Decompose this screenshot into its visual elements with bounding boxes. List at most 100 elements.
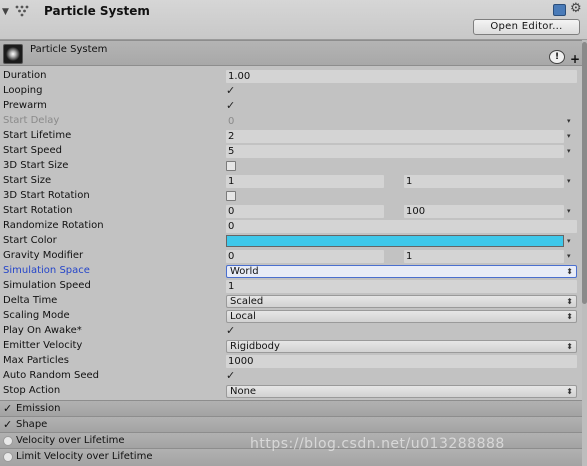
duration-field[interactable]: 1.00 <box>226 70 577 83</box>
row-prewarm: Prewarm ✓ <box>0 99 582 114</box>
limit-velocity-over-lifetime-title: Limit Velocity over Lifetime <box>16 451 153 462</box>
row-auto-random-seed: Auto Random Seed ✓ <box>0 369 582 384</box>
row-duration: Duration 1.00 <box>0 69 582 84</box>
start-color-dropdown-icon[interactable]: ▾ <box>567 235 571 248</box>
emitter-velocity-label: Emitter Velocity <box>3 340 83 351</box>
3d-start-rotation-checkbox[interactable] <box>226 191 236 201</box>
max-particles-field[interactable]: 1000 <box>226 355 577 368</box>
gravity-modifier-dropdown-icon[interactable]: ▾ <box>567 250 571 263</box>
info-icon[interactable]: ! <box>549 50 565 64</box>
emitter-velocity-value: Rigidbody <box>230 341 280 352</box>
play-on-awake-label: Play On Awake* <box>3 325 82 336</box>
scaling-mode-value: Local <box>230 311 256 322</box>
row-simulation-space: Simulation Space World ⬍ <box>0 264 582 279</box>
add-module-icon[interactable]: + <box>570 52 580 66</box>
gravity-modifier-max-field[interactable]: 1 <box>404 250 564 263</box>
limit-velocity-over-lifetime-toggle[interactable] <box>3 452 13 462</box>
row-looping: Looping ✓ <box>0 84 582 99</box>
start-delay-field: 0 <box>228 116 235 127</box>
module-title: Particle System <box>30 44 108 55</box>
3d-start-size-label: 3D Start Size <box>3 160 69 171</box>
start-lifetime-label: Start Lifetime <box>3 130 72 141</box>
stop-action-popup[interactable]: None ⬍ <box>226 385 577 398</box>
start-delay-label: Start Delay <box>3 115 60 126</box>
3d-start-size-checkbox[interactable] <box>226 161 236 171</box>
simulation-speed-label: Simulation Speed <box>3 280 91 291</box>
delta-time-popup[interactable]: Scaled ⬍ <box>226 295 577 308</box>
row-start-delay: Start Delay 0 ▾ <box>0 114 582 129</box>
popup-arrow-icon: ⬍ <box>566 297 573 306</box>
start-speed-field[interactable]: 5 <box>226 145 564 158</box>
scaling-mode-popup[interactable]: Local ⬍ <box>226 310 577 323</box>
section-emission[interactable]: ✓ Emission <box>0 400 582 416</box>
randomize-rotation-label: Randomize Rotation <box>3 220 104 231</box>
auto-random-seed-checkbox[interactable]: ✓ <box>226 370 236 381</box>
watermark-text: https://blog.csdn.net/u013288888 <box>250 436 505 452</box>
open-editor-button[interactable]: Open Editor... <box>473 19 580 35</box>
start-delay-dropdown-icon: ▾ <box>567 117 571 125</box>
row-max-particles: Max Particles 1000 <box>0 354 582 369</box>
start-size-min-field[interactable]: 1 <box>226 175 384 188</box>
row-delta-time: Delta Time Scaled ⬍ <box>0 294 582 309</box>
help-book-icon[interactable] <box>553 4 566 16</box>
simulation-space-label: Simulation Space <box>3 265 90 276</box>
popup-arrow-icon: ⬍ <box>566 342 573 351</box>
simulation-speed-field[interactable]: 1 <box>226 280 577 293</box>
section-shape[interactable]: ✓ Shape <box>0 416 582 432</box>
shape-title: Shape <box>16 419 48 430</box>
particle-system-module-header[interactable]: Particle System ! + <box>0 40 582 66</box>
particle-system-icon <box>15 5 29 17</box>
row-3d-start-size: 3D Start Size <box>0 159 582 174</box>
start-rotation-label: Start Rotation <box>3 205 73 216</box>
row-start-speed: Start Speed 5 ▾ <box>0 144 582 159</box>
max-particles-label: Max Particles <box>3 355 70 366</box>
start-lifetime-dropdown-icon[interactable]: ▾ <box>567 130 571 143</box>
delta-time-value: Scaled <box>230 296 264 307</box>
auto-random-seed-label: Auto Random Seed <box>3 370 99 381</box>
velocity-over-lifetime-title: Velocity over Lifetime <box>16 435 125 446</box>
start-color-swatch[interactable] <box>226 235 564 247</box>
looping-label: Looping <box>3 85 43 96</box>
scrollbar-thumb[interactable] <box>582 42 587 304</box>
play-on-awake-checkbox[interactable]: ✓ <box>226 325 236 336</box>
shape-enabled-checkbox[interactable]: ✓ <box>3 418 12 431</box>
start-rotation-dropdown-icon[interactable]: ▾ <box>567 205 571 218</box>
delta-time-label: Delta Time <box>3 295 58 306</box>
emitter-velocity-popup[interactable]: Rigidbody ⬍ <box>226 340 577 353</box>
row-start-color: Start Color ▾ <box>0 234 582 249</box>
popup-arrow-icon: ⬍ <box>566 312 573 321</box>
scaling-mode-label: Scaling Mode <box>3 310 70 321</box>
prewarm-checkbox[interactable]: ✓ <box>226 100 236 111</box>
start-lifetime-field[interactable]: 2 <box>226 130 564 143</box>
velocity-over-lifetime-toggle[interactable] <box>3 436 13 446</box>
popup-arrow-icon: ⬍ <box>566 387 573 396</box>
popup-arrow-icon: ⬍ <box>566 267 573 276</box>
simulation-space-popup[interactable]: World ⬍ <box>226 265 577 278</box>
emission-enabled-checkbox[interactable]: ✓ <box>3 402 12 415</box>
gravity-modifier-label: Gravity Modifier <box>3 250 84 261</box>
row-stop-action: Stop Action None ⬍ <box>0 384 582 399</box>
row-emitter-velocity: Emitter Velocity Rigidbody ⬍ <box>0 339 582 354</box>
gravity-modifier-min-field[interactable]: 0 <box>226 250 384 263</box>
3d-start-rotation-label: 3D Start Rotation <box>3 190 90 201</box>
particle-preview-icon <box>3 44 23 64</box>
start-size-label: Start Size <box>3 175 52 186</box>
looping-checkbox[interactable]: ✓ <box>226 85 236 96</box>
gear-icon[interactable]: ⚙ <box>570 1 582 16</box>
stop-action-value: None <box>230 386 257 397</box>
inspector-header: ▼ Particle System ⚙ Open Editor... <box>0 0 587 40</box>
start-size-dropdown-icon[interactable]: ▾ <box>567 175 571 188</box>
start-rotation-min-field[interactable]: 0 <box>226 205 384 218</box>
foldout-arrow-icon[interactable]: ▼ <box>2 7 9 17</box>
start-speed-dropdown-icon[interactable]: ▾ <box>567 145 571 158</box>
row-start-lifetime: Start Lifetime 2 ▾ <box>0 129 582 144</box>
start-size-max-field[interactable]: 1 <box>404 175 564 188</box>
randomize-rotation-field[interactable]: 0 <box>226 220 577 233</box>
row-start-rotation: Start Rotation 0 100 ▾ <box>0 204 582 219</box>
row-play-on-awake: Play On Awake* ✓ <box>0 324 582 339</box>
row-scaling-mode: Scaling Mode Local ⬍ <box>0 309 582 324</box>
simulation-space-value: World <box>230 266 259 277</box>
stop-action-label: Stop Action <box>3 385 61 396</box>
component-title: Particle System <box>44 4 150 18</box>
start-rotation-max-field[interactable]: 100 <box>404 205 564 218</box>
